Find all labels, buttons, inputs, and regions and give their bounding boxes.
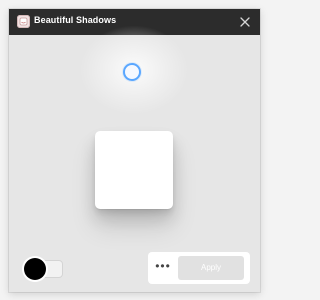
app-logo-icon	[17, 15, 30, 28]
apply-button[interactable]: Apply	[178, 256, 244, 280]
close-icon[interactable]	[238, 15, 252, 29]
shadow-color-picker[interactable]	[24, 258, 63, 280]
window-title: Beautiful Shadows	[34, 15, 117, 25]
shadow-preview-box	[95, 131, 173, 209]
more-options-button[interactable]: •••	[155, 260, 171, 276]
plugin-window: Beautiful Shadows ••• Apply	[9, 9, 260, 292]
action-panel: ••• Apply	[148, 252, 250, 284]
shadow-canvas: ••• Apply	[9, 25, 260, 292]
shadow-color-swatch	[24, 258, 46, 280]
light-source-handle[interactable]	[123, 63, 141, 81]
